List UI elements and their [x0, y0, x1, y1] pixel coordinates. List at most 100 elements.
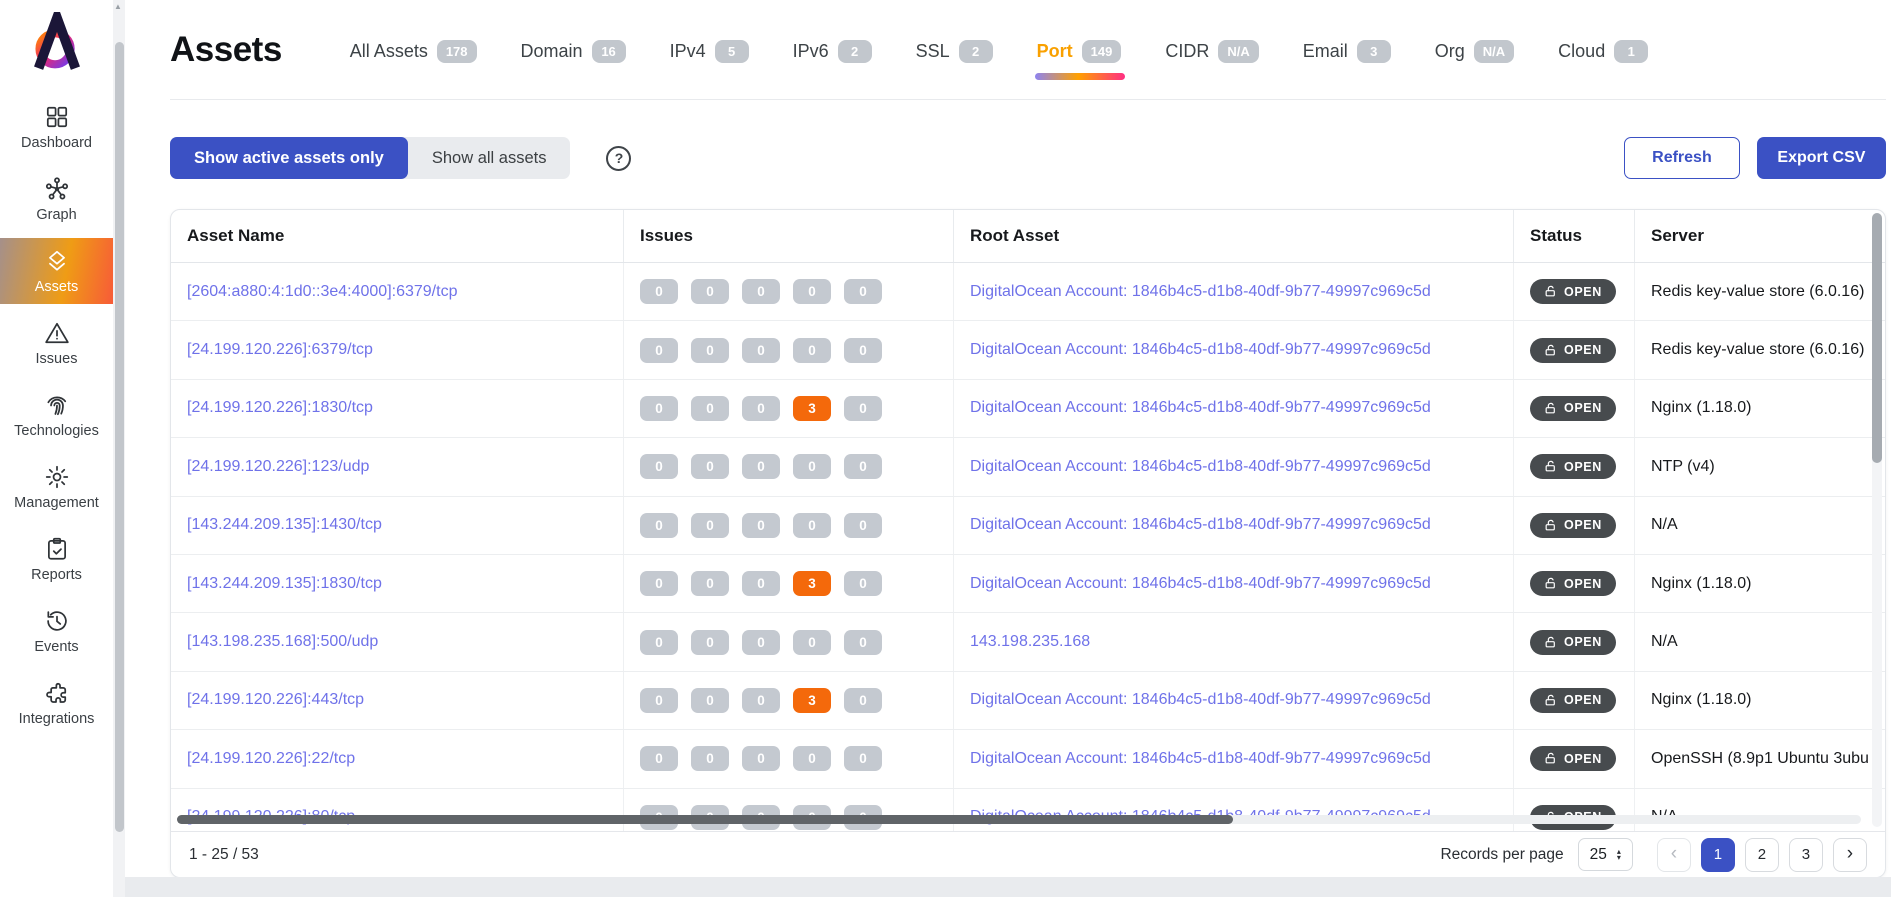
root-asset-link[interactable]: DigitalOcean Account: 1846b4c5-d1b8-40df… — [970, 575, 1431, 593]
asset-name-link[interactable]: [24.199.120.226]:123/udp — [187, 458, 369, 476]
issue-count-badge[interactable]: 0 — [844, 571, 882, 597]
root-asset-link[interactable]: 143.198.235.168 — [970, 633, 1090, 651]
issue-count-badge[interactable]: 0 — [691, 337, 729, 363]
issue-count-badge[interactable]: 3 — [793, 395, 831, 421]
issue-count-badge[interactable]: 0 — [844, 629, 882, 655]
issue-count-badge[interactable]: 0 — [742, 629, 780, 655]
asset-name-link[interactable]: [143.244.209.135]:1430/tcp — [187, 516, 382, 534]
asset-type-tab[interactable]: Org N/A — [1435, 40, 1515, 63]
asset-name-link[interactable]: [143.198.235.168]:500/udp — [187, 633, 378, 651]
asset-type-tab[interactable]: Port 149 — [1034, 40, 1126, 80]
asset-type-tab[interactable]: All Assets 178 — [350, 40, 477, 63]
refresh-button[interactable]: Refresh — [1623, 137, 1740, 179]
sidebar-scrollbar-thumb[interactable] — [114, 42, 124, 832]
page-button[interactable]: 1 — [1700, 837, 1735, 872]
root-asset-link[interactable]: DigitalOcean Account: 1846b4c5-d1b8-40df… — [970, 341, 1431, 359]
issue-count-badge[interactable]: 0 — [793, 279, 831, 305]
sidebar-item-technologies[interactable]: Technologies — [0, 382, 113, 448]
issue-count-badge[interactable]: 3 — [793, 571, 831, 597]
issue-count-badge[interactable]: 0 — [691, 571, 729, 597]
issue-count-badge[interactable]: 0 — [844, 687, 882, 713]
issue-count-badge[interactable]: 0 — [691, 454, 729, 480]
asset-type-tab[interactable]: CIDR N/A — [1165, 40, 1259, 63]
issue-count-badge[interactable]: 0 — [742, 746, 780, 772]
root-asset-link[interactable]: DigitalOcean Account: 1846b4c5-d1b8-40df… — [970, 458, 1431, 476]
next-page-button[interactable]: › — [1832, 837, 1867, 872]
table-horizontal-scrollbar[interactable] — [177, 815, 1861, 824]
asset-name-link[interactable]: [24.199.120.226]:22/tcp — [187, 750, 355, 768]
sidebar-item-management[interactable]: Management — [0, 454, 113, 520]
issue-count-badge[interactable]: 0 — [640, 512, 678, 538]
issue-count-badge[interactable]: 0 — [844, 746, 882, 772]
issue-count-badge[interactable]: 0 — [844, 454, 882, 480]
sidebar-item-reports[interactable]: Reports — [0, 526, 113, 592]
issue-count-badge[interactable]: 0 — [844, 337, 882, 363]
issue-count-badge[interactable]: 0 — [793, 512, 831, 538]
sidebar-item-issues[interactable]: Issues — [0, 310, 113, 376]
help-icon[interactable]: ? — [606, 145, 632, 171]
root-asset-link[interactable]: DigitalOcean Account: 1846b4c5-d1b8-40df… — [970, 691, 1431, 709]
horizontal-scrollbar-thumb[interactable] — [177, 815, 1233, 824]
issue-count-badge[interactable]: 0 — [742, 395, 780, 421]
show-all-assets-button[interactable]: Show all assets — [408, 137, 571, 179]
issue-count-badge[interactable]: 0 — [742, 571, 780, 597]
asset-name-link[interactable]: [2604:a880:4:1d0::3e4:4000]:6379/tcp — [187, 283, 457, 301]
sidebar-item-integrations[interactable]: Integrations — [0, 670, 113, 736]
sidebar-item-assets[interactable]: Assets — [0, 238, 113, 304]
issue-count-badge[interactable]: 0 — [640, 629, 678, 655]
sidebar-item-graph[interactable]: Graph — [0, 166, 113, 232]
table-vertical-scrollbar[interactable] — [1871, 213, 1882, 827]
issue-count-badge[interactable]: 0 — [742, 512, 780, 538]
asset-type-tab[interactable]: SSL 2 — [916, 40, 993, 63]
asset-name-link[interactable]: [24.199.120.226]:6379/tcp — [187, 341, 373, 359]
issue-count-badge[interactable]: 0 — [793, 454, 831, 480]
asset-type-tab[interactable]: Cloud 1 — [1558, 40, 1649, 63]
asset-type-tab[interactable]: IPv6 2 — [793, 40, 872, 63]
sidebar-item-dashboard[interactable]: Dashboard — [0, 94, 113, 160]
root-asset-link[interactable]: DigitalOcean Account: 1846b4c5-d1b8-40df… — [970, 283, 1431, 301]
issue-count-badge[interactable]: 0 — [793, 629, 831, 655]
export-csv-button[interactable]: Export CSV — [1756, 137, 1886, 179]
issue-count-badge[interactable]: 3 — [793, 687, 831, 713]
issue-count-badge[interactable]: 0 — [742, 337, 780, 363]
root-asset-link[interactable]: DigitalOcean Account: 1846b4c5-d1b8-40df… — [970, 516, 1431, 534]
asset-name-link[interactable]: [143.244.209.135]:1830/tcp — [187, 575, 382, 593]
issue-count-badge[interactable]: 0 — [691, 279, 729, 305]
asset-type-tab[interactable]: Email 3 — [1303, 40, 1391, 63]
issue-count-badge[interactable]: 0 — [844, 395, 882, 421]
sidebar-scrollbar[interactable]: ▲ — [113, 0, 125, 897]
issue-count-badge[interactable]: 0 — [640, 746, 678, 772]
issue-count-badge[interactable]: 0 — [844, 512, 882, 538]
issue-count-badge[interactable]: 0 — [844, 279, 882, 305]
issue-count-badge[interactable]: 0 — [691, 687, 729, 713]
page-button[interactable]: 3 — [1788, 837, 1823, 872]
issue-count-badge[interactable]: 0 — [742, 454, 780, 480]
page-button[interactable]: 2 — [1744, 837, 1779, 872]
issue-count-badge[interactable]: 0 — [640, 687, 678, 713]
issue-count-badge[interactable]: 0 — [742, 687, 780, 713]
records-per-page-select[interactable]: 25 ▴ ▾ — [1577, 838, 1633, 871]
root-asset-link[interactable]: DigitalOcean Account: 1846b4c5-d1b8-40df… — [970, 750, 1431, 768]
asset-name-link[interactable]: [24.199.120.226]:1830/tcp — [187, 399, 373, 417]
show-active-assets-button[interactable]: Show active assets only — [170, 137, 408, 179]
issue-count-badge[interactable]: 0 — [742, 279, 780, 305]
issue-count-badge[interactable]: 0 — [640, 454, 678, 480]
prev-page-button[interactable]: ‹ — [1656, 837, 1691, 872]
app-logo[interactable] — [26, 3, 88, 74]
issue-count-badge[interactable]: 0 — [691, 512, 729, 538]
root-asset-link[interactable]: DigitalOcean Account: 1846b4c5-d1b8-40df… — [970, 399, 1431, 417]
issue-count-badge[interactable]: 0 — [691, 629, 729, 655]
issue-count-badge[interactable]: 0 — [640, 395, 678, 421]
sidebar-item-events[interactable]: Events — [0, 598, 113, 664]
issue-count-badge[interactable]: 0 — [691, 395, 729, 421]
vertical-scrollbar-thumb[interactable] — [1871, 213, 1882, 463]
issue-count-badge[interactable]: 0 — [640, 571, 678, 597]
issue-count-badge[interactable]: 0 — [793, 337, 831, 363]
issue-count-badge[interactable]: 0 — [691, 746, 729, 772]
scroll-up-arrow-icon[interactable]: ▲ — [114, 2, 122, 11]
issue-count-badge[interactable]: 0 — [640, 337, 678, 363]
issue-count-badge[interactable]: 0 — [640, 279, 678, 305]
asset-name-link[interactable]: [24.199.120.226]:443/tcp — [187, 691, 364, 709]
issue-count-badge[interactable]: 0 — [793, 746, 831, 772]
asset-type-tab[interactable]: IPv4 5 — [670, 40, 749, 63]
